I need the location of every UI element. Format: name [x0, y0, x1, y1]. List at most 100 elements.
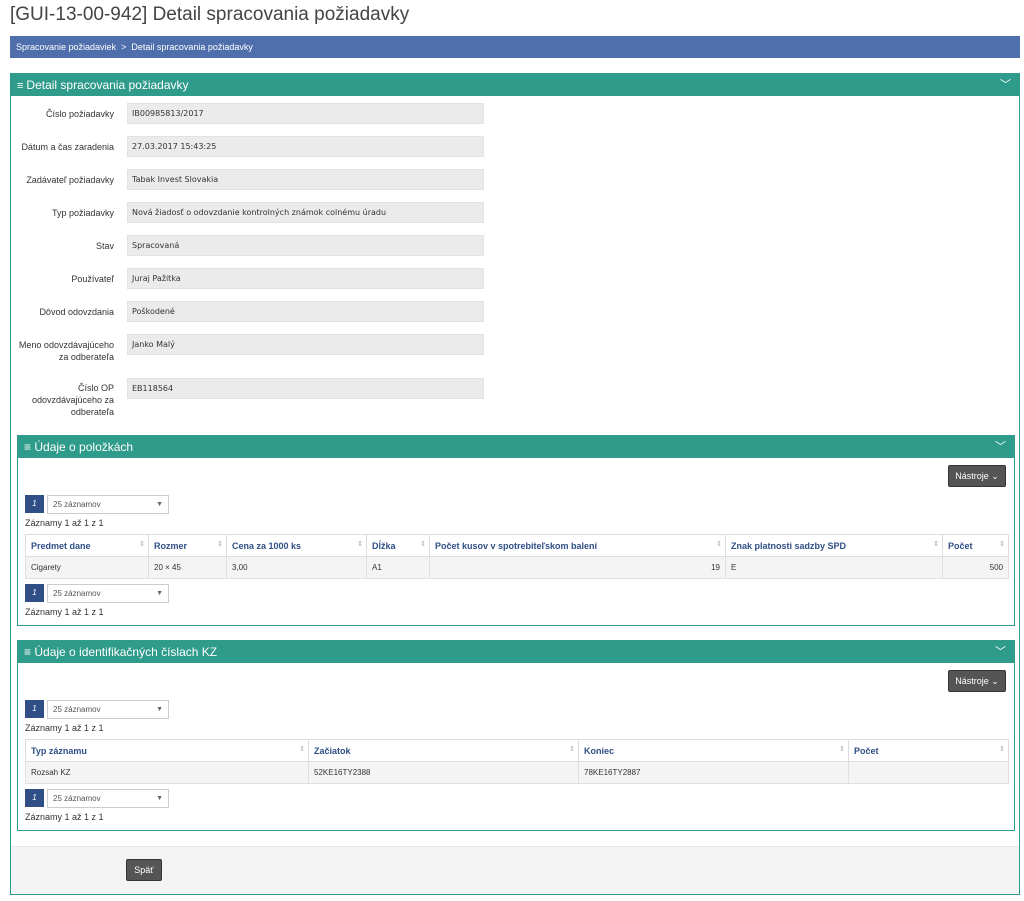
field-label: Používateľ — [71, 274, 114, 284]
page-size-value: 25 záznamov — [53, 794, 101, 803]
field-value: Juraj Pažitka — [127, 268, 484, 289]
column-header-label: Rozmer — [154, 540, 188, 551]
column-header-label: Počet — [948, 540, 973, 551]
chevron-down-icon[interactable]: ﹀ — [1000, 74, 1011, 96]
detail-panel-title: Detail spracovania požiadavky — [26, 78, 189, 92]
column-header[interactable]: Predmet dane ⇕ — [25, 534, 149, 557]
detail-panel-header[interactable]: ≡ Detail spracovania požiadavky ﹀ — [11, 74, 1019, 96]
chevron-down-icon[interactable]: ﹀ — [995, 436, 1006, 458]
field-label: Číslo požiadavky — [45, 109, 114, 119]
page-number-button[interactable]: 1 — [25, 789, 44, 807]
table-cell: Rozsah KZ — [25, 761, 309, 784]
column-header[interactable]: Znak platnosti sadzby SPD ⇕ — [725, 534, 943, 557]
column-header[interactable]: Typ záznamu ⇕ — [25, 739, 309, 762]
sort-icon: ⇕ — [716, 541, 722, 548]
kz-table: Typ záznamu ⇕ Začiatok ⇕ Koniec ⇕ Počet ⇕ Ro… — [25, 739, 1009, 784]
table-header-row: Predmet dane ⇕ Rozmer ⇕ Cena za 1000 ks ⇕ D… — [25, 534, 1009, 557]
page-size-select[interactable]: 25 záznamov ▼ — [47, 789, 169, 808]
items-panel-title: Údaje o položkách — [34, 440, 134, 454]
records-info: Záznamy 1 až 1 z 1 — [25, 518, 104, 528]
column-header-label: Začiatok — [314, 745, 351, 756]
records-info: Záznamy 1 až 1 z 1 — [25, 723, 104, 733]
page-number-button[interactable]: 1 — [25, 495, 44, 513]
field-label: Stav — [95, 241, 114, 251]
table-cell: 52KE16TY2388 — [308, 761, 579, 784]
caret-down-icon: ▼ — [156, 795, 163, 802]
field-label: Číslo OP odovzdávajúceho za odberateľa — [31, 383, 114, 417]
field-value: Spracovaná — [127, 235, 484, 256]
page-number-button[interactable]: 1 — [25, 584, 44, 602]
chevron-down-icon: ⌄ — [991, 676, 999, 686]
column-header[interactable]: Koniec ⇕ — [578, 739, 849, 762]
form-footer: Späť — [11, 846, 1019, 894]
table-cell: A1 — [366, 556, 430, 579]
chevron-down-icon[interactable]: ﹀ — [995, 641, 1006, 663]
items-panel-header[interactable]: ≡ Údaje o položkách ﹀ — [18, 436, 1014, 458]
page-number-button[interactable]: 1 — [25, 700, 44, 718]
tools-button-label: Nástroje — [955, 676, 989, 686]
sort-icon: ⇕ — [139, 541, 145, 548]
column-header[interactable]: Počet ⇕ — [942, 534, 1009, 557]
tools-button-label: Nástroje — [955, 471, 989, 481]
table-cell: 3,00 — [226, 556, 367, 579]
column-header-label: Znak platnosti sadzby SPD — [731, 540, 847, 551]
records-info: Záznamy 1 až 1 z 1 — [25, 607, 104, 617]
field-label: Zadávateľ požiadavky — [26, 175, 114, 185]
column-header[interactable]: Dĺžka ⇕ — [366, 534, 430, 557]
table-cell: 500 — [942, 556, 1009, 579]
table-cell: 19 — [429, 556, 726, 579]
sort-icon: ⇕ — [357, 541, 363, 548]
column-header[interactable]: Rozmer ⇕ — [148, 534, 227, 557]
caret-down-icon: ▼ — [156, 501, 163, 508]
field-value: EB118564 — [127, 378, 484, 399]
breadcrumb: Spracovanie požiadaviek > Detail spracovan… — [10, 36, 1020, 58]
caret-down-icon: ▼ — [156, 706, 163, 713]
column-header[interactable]: Počet ⇕ — [848, 739, 1009, 762]
sort-icon: ⇕ — [217, 541, 223, 548]
page-size-select[interactable]: 25 záznamov ▼ — [47, 495, 169, 514]
table-row[interactable]: Rozsah KZ 52KE16TY2388 78KE16TY2887 — [25, 761, 1009, 784]
kz-panel-header[interactable]: ≡ Údaje o identifikačných číslach KZ ﹀ — [18, 641, 1014, 663]
field-label: Meno odovzdávajúceho za odberateľa — [18, 340, 114, 362]
field-value: Janko Malý — [127, 334, 484, 355]
sort-icon: ⇕ — [299, 746, 305, 753]
tools-button[interactable]: Nástroje ⌄ — [948, 465, 1006, 487]
table-cell: Cigarety — [25, 556, 149, 579]
tools-button[interactable]: Nástroje ⌄ — [948, 670, 1006, 692]
field-value: Poškodené — [127, 301, 484, 322]
field-value: 27.03.2017 15:43:25 — [127, 136, 484, 157]
column-header[interactable]: Cena za 1000 ks ⇕ — [226, 534, 367, 557]
breadcrumb-separator: > — [121, 42, 127, 52]
column-header[interactable]: Počet kusov v spotrebiteľskom balení ⇕ — [429, 534, 726, 557]
sort-icon: ⇕ — [569, 746, 575, 753]
sort-icon: ⇕ — [839, 746, 845, 753]
table-header-row: Typ záznamu ⇕ Začiatok ⇕ Koniec ⇕ Počet ⇕ — [25, 739, 1009, 762]
field-value: Tabak Invest Slovakia — [127, 169, 484, 190]
field-value: IB00985813/2017 — [127, 103, 484, 124]
page-size-value: 25 záznamov — [53, 589, 101, 598]
column-header-label: Počet kusov v spotrebiteľskom balení — [435, 540, 598, 551]
items-panel: ≡ Údaje o položkách ﹀ Nástroje ⌄ 1 25 zá… — [17, 435, 1015, 626]
table-cell: E — [725, 556, 943, 579]
bars-icon: ≡ — [24, 645, 32, 659]
page-size-select[interactable]: 25 záznamov ▼ — [47, 584, 169, 603]
page-size-select[interactable]: 25 záznamov ▼ — [47, 700, 169, 719]
table-cell — [848, 761, 1009, 784]
sort-icon: ⇕ — [999, 541, 1005, 548]
table-cell: 78KE16TY2887 — [578, 761, 849, 784]
back-button[interactable]: Späť — [126, 859, 162, 881]
page-size-value: 25 záznamov — [53, 500, 101, 509]
chevron-down-icon: ⌄ — [991, 471, 999, 481]
column-header-label: Predmet dane — [31, 540, 91, 551]
sort-icon: ⇕ — [933, 541, 939, 548]
bars-icon: ≡ — [24, 440, 32, 454]
column-header-label: Typ záznamu — [31, 745, 87, 756]
column-header-label: Cena za 1000 ks — [232, 540, 302, 551]
column-header-label: Počet — [854, 745, 879, 756]
field-value: Nová žiadosť o odovzdanie kontrolných zn… — [127, 202, 484, 223]
kz-panel: ≡ Údaje o identifikačných číslach KZ ﹀ N… — [17, 640, 1015, 831]
breadcrumb-item-requests[interactable]: Spracovanie požiadaviek — [16, 42, 116, 52]
caret-down-icon: ▼ — [156, 590, 163, 597]
column-header[interactable]: Začiatok ⇕ — [308, 739, 579, 762]
table-row[interactable]: Cigarety 20 × 45 3,00 A1 19 E 500 — [25, 556, 1009, 579]
